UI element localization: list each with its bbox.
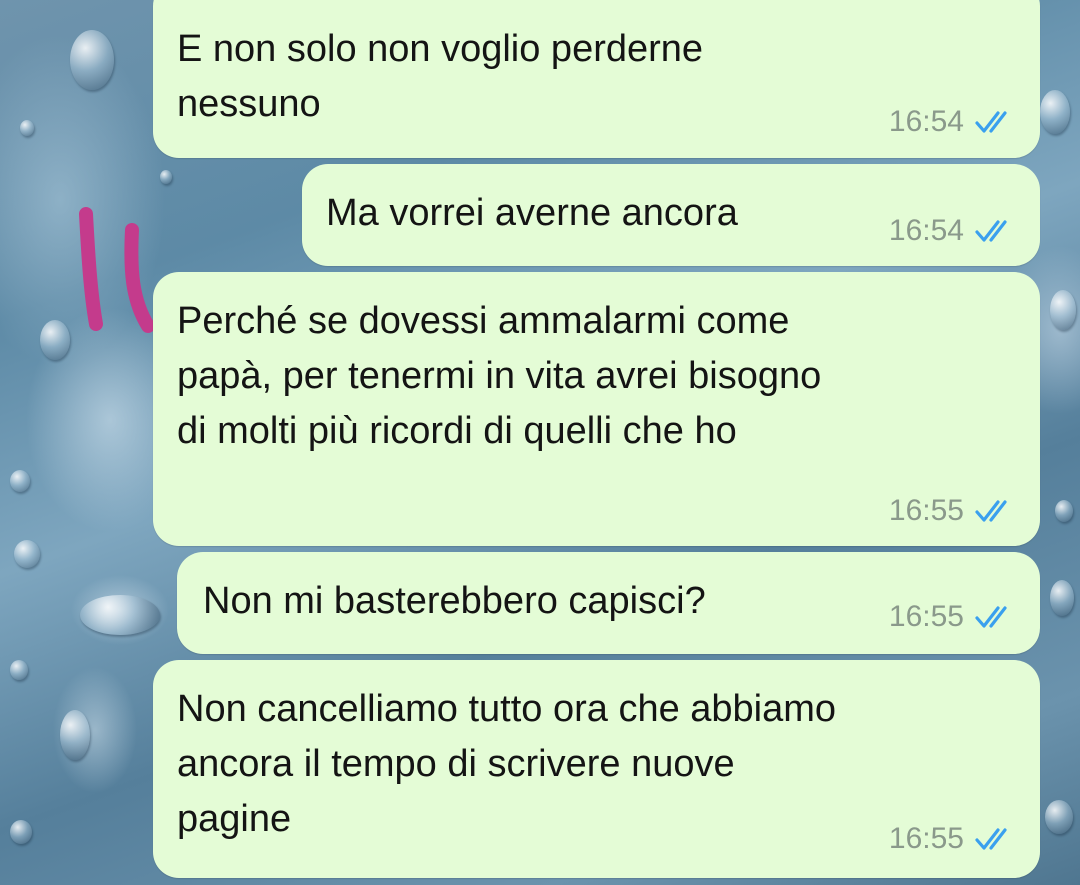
message-time: 16:55 — [888, 600, 964, 633]
message-text: Perché se dovessi ammalarmi come papà, p… — [177, 300, 822, 452]
message-meta: 16:55 — [889, 822, 1016, 856]
message-bubble[interactable]: Perché se dovessi ammalarmi come papà, p… — [153, 272, 1040, 546]
water-drop — [1050, 580, 1074, 616]
message-text: Non mi basterebbero capisci? — [203, 580, 706, 622]
message-meta: 16:55 — [889, 494, 1016, 528]
water-drop — [70, 30, 114, 90]
message-meta: 16:54 — [889, 214, 1016, 248]
message-text: Non cancelliamo tutto ora che abbiamo an… — [177, 688, 837, 840]
water-drop — [20, 120, 34, 136]
message-time: 16:54 — [888, 105, 964, 138]
water-drop — [60, 710, 90, 760]
water-drop — [80, 595, 160, 635]
water-drop — [10, 820, 32, 844]
message-text: E non solo non voglio perderne nessuno — [177, 28, 704, 125]
water-drop — [1055, 500, 1073, 522]
message-meta: 16:55 — [889, 600, 1016, 634]
double-check-read-icon — [975, 111, 1007, 133]
message-time: 16:55 — [888, 494, 964, 527]
message-bubble[interactable]: Ma vorrei averne ancora 16:54 — [302, 164, 1040, 266]
double-check-read-icon — [975, 500, 1007, 522]
double-check-read-icon — [975, 606, 1007, 628]
water-drop — [10, 660, 28, 680]
water-drop — [1050, 290, 1076, 330]
message-bubble[interactable]: Non cancelliamo tutto ora che abbiamo an… — [153, 660, 1040, 878]
water-drop — [14, 540, 40, 568]
message-text: Ma vorrei averne ancora — [326, 192, 738, 234]
message-bubble[interactable]: Non mi basterebbero capisci? 16:55 — [177, 552, 1040, 654]
water-drop — [160, 170, 172, 184]
water-drop — [40, 320, 70, 360]
water-drop — [1040, 90, 1070, 134]
message-time: 16:54 — [888, 214, 964, 247]
double-check-read-icon — [975, 828, 1007, 850]
water-drop — [1045, 800, 1073, 834]
double-check-read-icon — [975, 220, 1007, 242]
message-meta: 16:54 — [889, 105, 1016, 139]
message-bubble[interactable]: E non solo non voglio perderne nessuno 1… — [153, 0, 1040, 158]
message-time: 16:55 — [888, 822, 964, 855]
water-drop — [10, 470, 30, 492]
